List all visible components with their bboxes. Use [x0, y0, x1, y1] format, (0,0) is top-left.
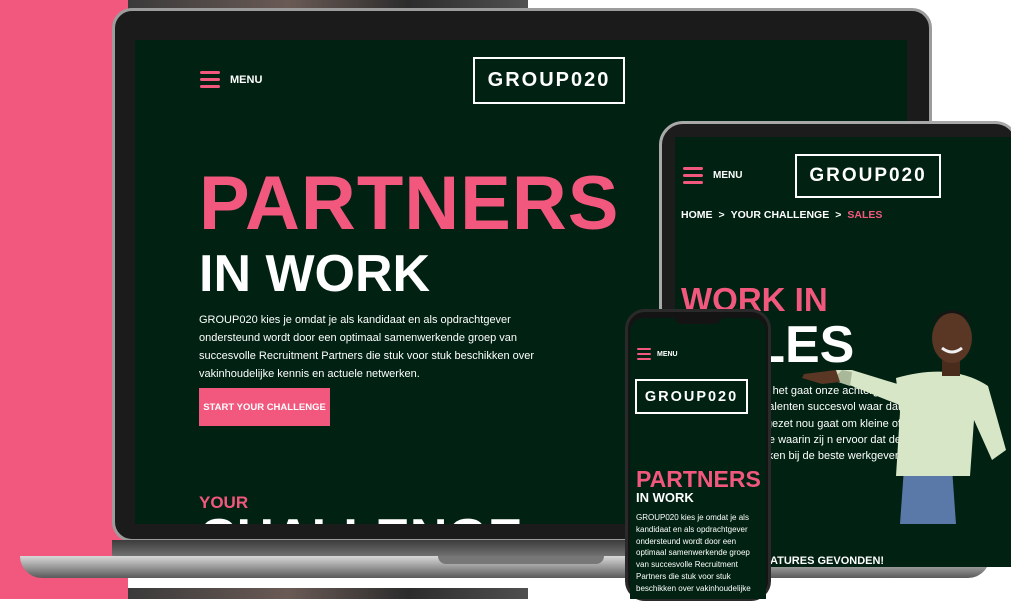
phone-logo[interactable]: GROUP020: [635, 379, 748, 414]
tablet-footer-text: ATURES GEVONDEN!: [770, 555, 885, 567]
breadcrumb-your-challenge[interactable]: YOUR CHALLENGE: [731, 209, 830, 221]
phone-hero-title-primary: PARTNERS: [636, 466, 761, 492]
laptop-notch: [438, 556, 604, 564]
pink-background-panel: [0, 0, 128, 599]
phone-menu-button[interactable]: MENU: [637, 348, 678, 360]
menu-label: MENU: [713, 170, 743, 181]
background-photo-strip-bottom: [128, 588, 528, 599]
start-challenge-button[interactable]: START YOUR CHALLENGE: [199, 388, 330, 426]
breadcrumb: HOME > YOUR CHALLENGE > SALES: [681, 209, 882, 221]
hero-title-primary: PARTNERS: [199, 161, 620, 246]
hero-title-secondary: IN WORK: [199, 245, 431, 303]
phone-hero-title-secondary: IN WORK: [636, 490, 694, 505]
hamburger-icon: [200, 71, 220, 88]
breadcrumb-sales: SALES: [847, 209, 883, 221]
phone-notch: [673, 312, 723, 324]
breadcrumb-home[interactable]: HOME: [681, 209, 713, 221]
hamburger-icon: [683, 167, 703, 184]
menu-label: MENU: [657, 350, 678, 358]
phone-screen: MENU GROUP020 PARTNERS IN WORK GROUP020 …: [630, 318, 766, 599]
logo[interactable]: GROUP020: [473, 57, 625, 104]
breadcrumb-separator: >: [718, 209, 725, 221]
hero-body-text: GROUP020 kies je omdat je als kandidaat …: [199, 314, 535, 380]
section-title: CHALLENGE: [199, 510, 523, 524]
tablet-logo[interactable]: GROUP020: [795, 154, 941, 198]
hamburger-icon: [637, 348, 651, 360]
menu-label: MENU: [230, 73, 263, 86]
phone-body-text: GROUP020 kies je omdat je als kandidaat …: [636, 513, 751, 593]
person-photo: [802, 310, 1006, 524]
tablet-menu-button[interactable]: MENU: [683, 167, 742, 184]
menu-button[interactable]: MENU: [200, 71, 262, 88]
breadcrumb-separator: >: [835, 209, 842, 221]
